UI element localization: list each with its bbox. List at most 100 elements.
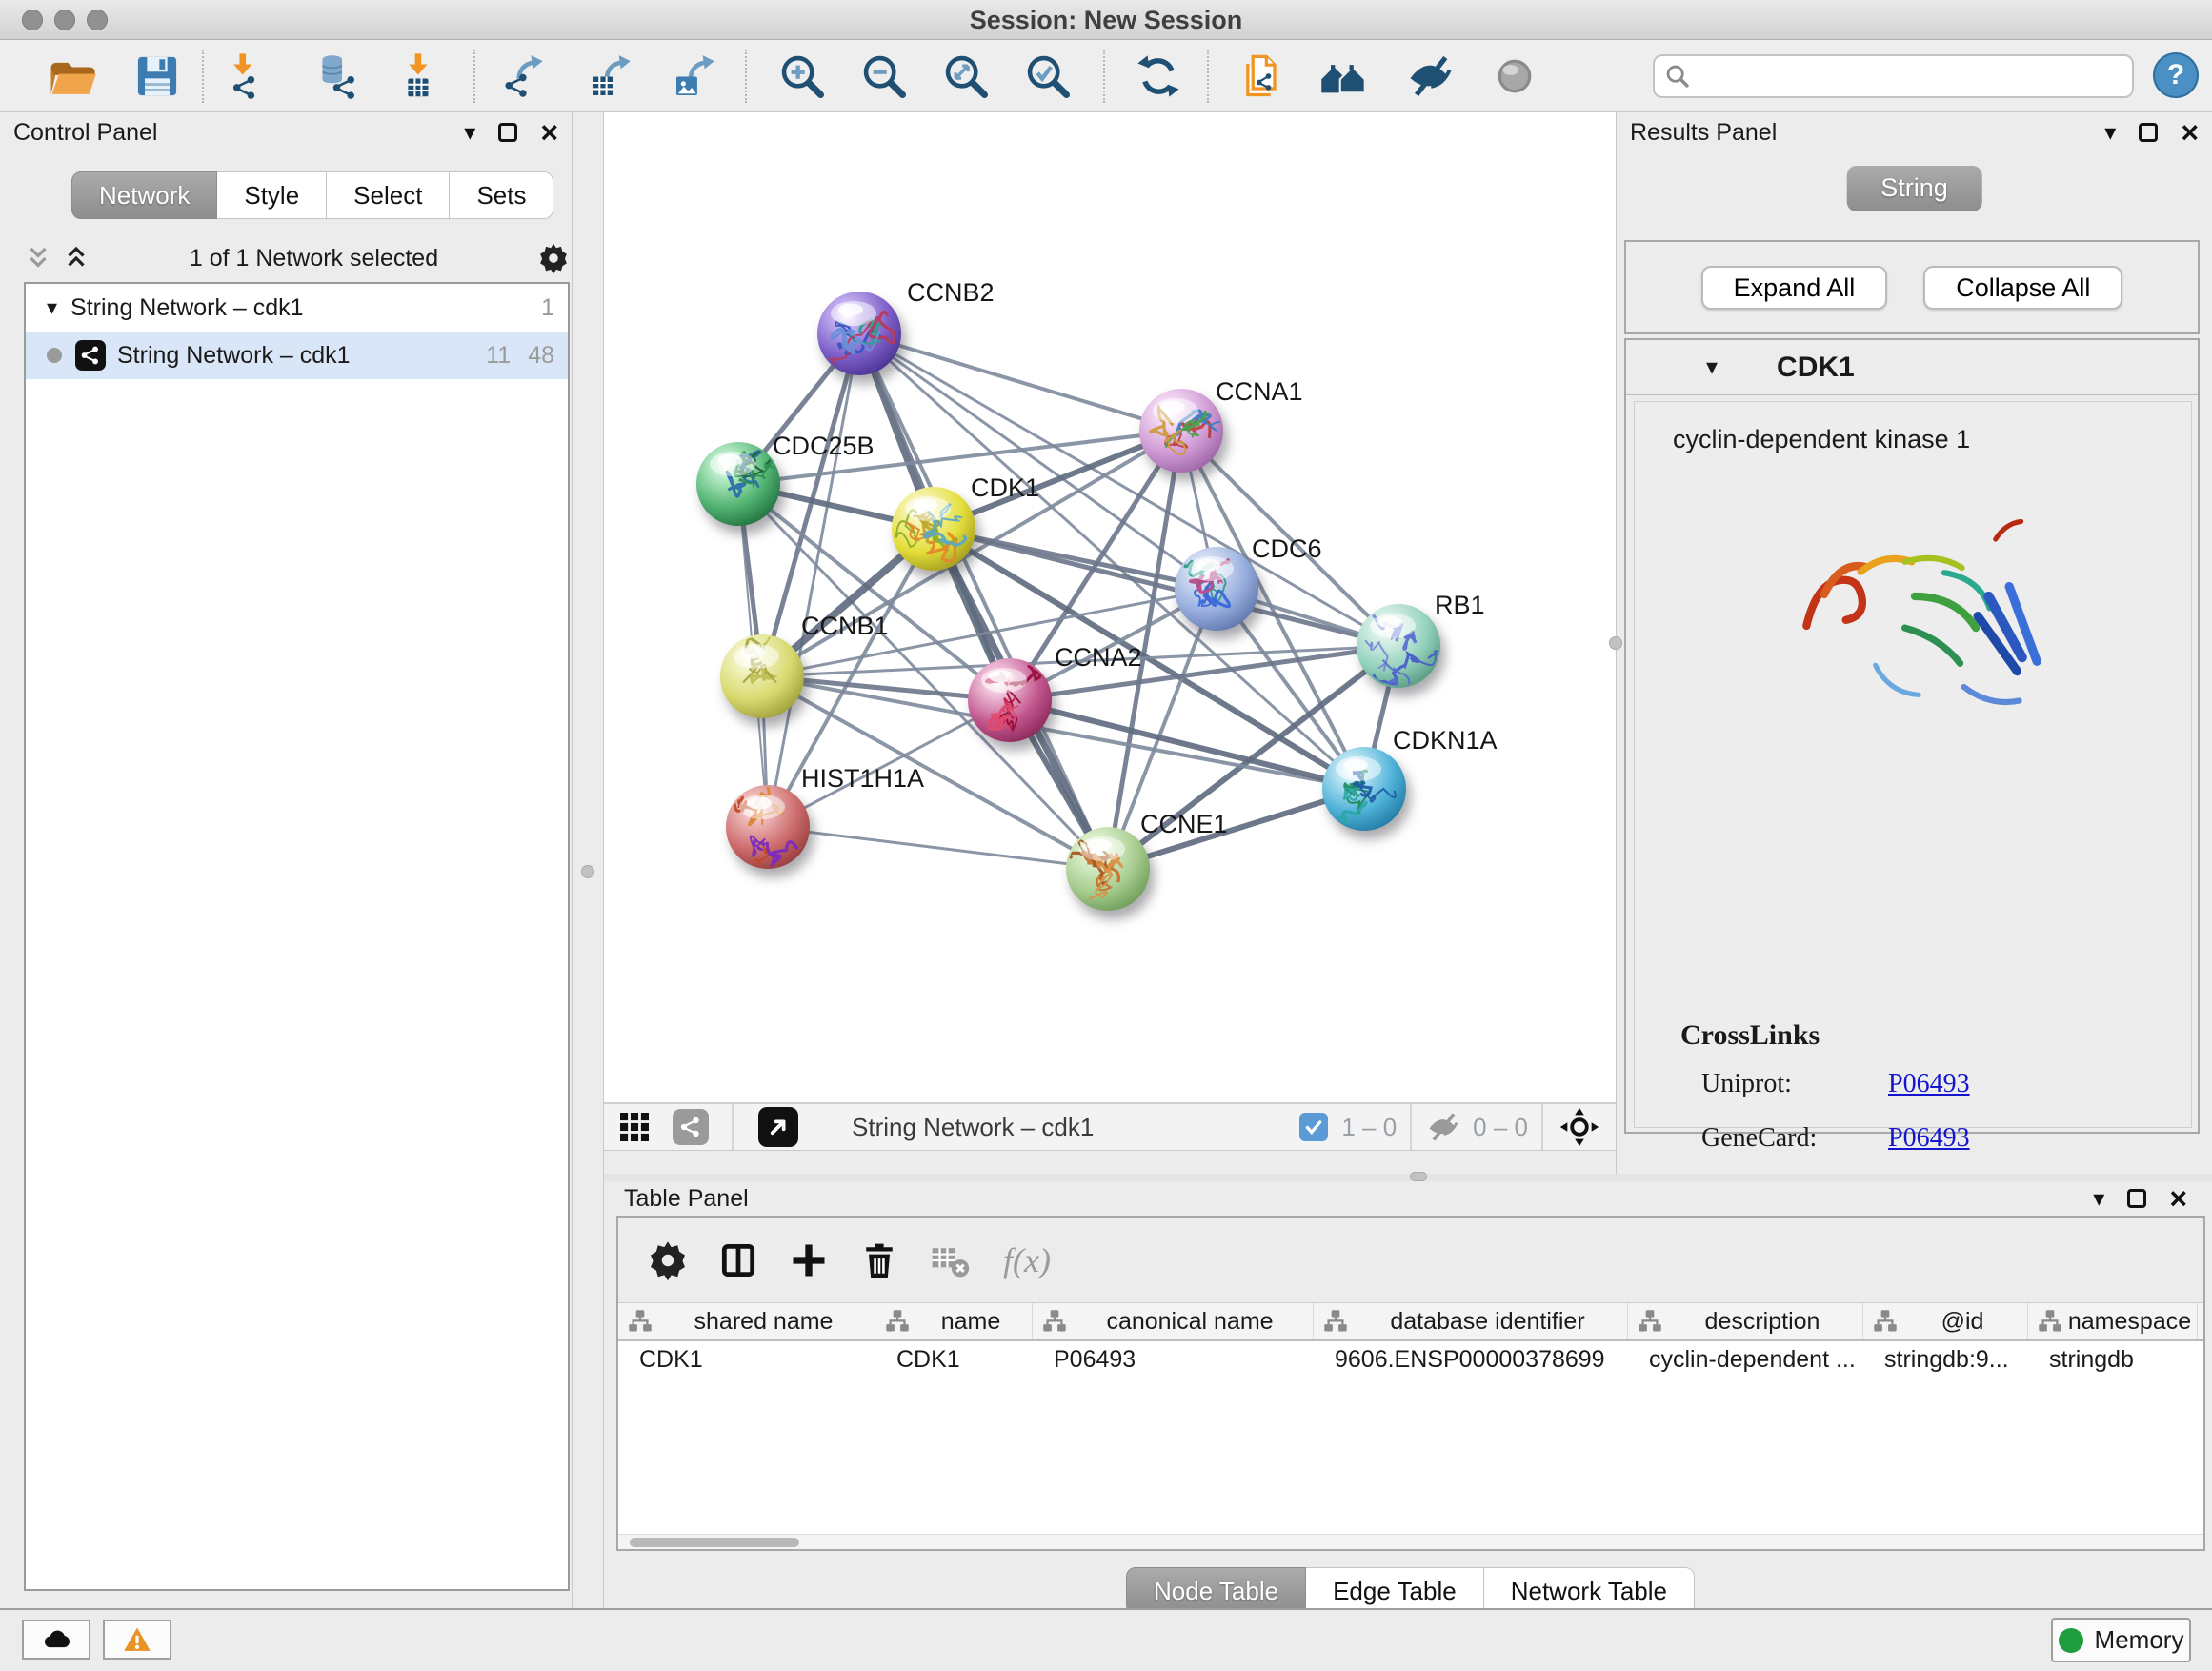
network-node-CCNB2[interactable]: [816, 291, 902, 376]
panel-float-icon[interactable]: [2139, 123, 2158, 142]
selected-checkbox-icon[interactable]: [1299, 1113, 1328, 1141]
warnings-button[interactable]: [103, 1620, 171, 1660]
panel-menu-icon[interactable]: ▾: [2093, 1185, 2104, 1213]
refresh-icon[interactable]: [1134, 51, 1183, 101]
show-columns-icon[interactable]: [717, 1239, 759, 1281]
table-row[interactable]: CDK1CDK1P064939606.ENSP00000378699cyclin…: [618, 1341, 2203, 1378]
birdseye-crosshair-icon[interactable]: [1558, 1106, 1600, 1148]
crosslink-link[interactable]: P06493: [1888, 1069, 1970, 1099]
import-table-icon[interactable]: [394, 51, 444, 101]
gene-section-header[interactable]: ▾ CDK1: [1626, 340, 2198, 395]
network-node-CDK1[interactable]: [891, 486, 976, 572]
splitter-grip[interactable]: [1609, 636, 1622, 650]
tab-network[interactable]: Network: [71, 171, 217, 219]
panel-menu-icon[interactable]: ▾: [464, 119, 475, 147]
add-column-icon[interactable]: [788, 1239, 830, 1281]
splitter-grip[interactable]: [1410, 1172, 1427, 1181]
network-options-gear-icon[interactable]: [537, 242, 570, 274]
collapse-all-icon[interactable]: [24, 244, 52, 272]
export-image-icon[interactable]: [669, 51, 718, 101]
expand-all-icon[interactable]: [62, 244, 90, 272]
zoom-in-icon[interactable]: [777, 51, 827, 101]
column-header-namespace[interactable]: namespace: [2028, 1303, 2198, 1339]
share-network-icon[interactable]: [673, 1109, 709, 1145]
panel-float-icon[interactable]: [498, 123, 517, 142]
crosslinks-heading: CrossLinks: [1680, 1019, 1820, 1052]
panel-float-icon[interactable]: [2127, 1189, 2146, 1208]
search-box[interactable]: [1653, 54, 2134, 98]
import-database-icon[interactable]: [311, 51, 360, 101]
panel-menu-icon[interactable]: ▾: [2104, 119, 2116, 147]
panel-close-icon[interactable]: ×: [2181, 123, 2199, 142]
table-horizontal-scrollbar[interactable]: [618, 1534, 2203, 1549]
grid-view-icon[interactable]: [617, 1110, 652, 1144]
hidden-eye-icon[interactable]: [1425, 1110, 1459, 1144]
save-session-icon[interactable]: [132, 51, 182, 101]
table-cell[interactable]: CDK1: [875, 1341, 1033, 1378]
tab-sets[interactable]: Sets: [450, 171, 553, 219]
column-header-name[interactable]: name: [875, 1303, 1033, 1339]
export-network-icon[interactable]: [499, 51, 549, 101]
scrollbar-handle[interactable]: [630, 1538, 799, 1547]
table-cell[interactable]: CDK1: [618, 1341, 875, 1378]
network-edge[interactable]: [768, 333, 859, 827]
collapse-all-button[interactable]: Collapse All: [1923, 266, 2122, 310]
crosslink-link[interactable]: P06493: [1888, 1123, 1970, 1154]
show-all-networks-icon[interactable]: [1318, 51, 1368, 101]
table-cell[interactable]: P06493: [1033, 1341, 1314, 1378]
table-cell[interactable]: cyclin-dependent ...: [1628, 1341, 1863, 1378]
network-edge[interactable]: [934, 529, 1398, 646]
clone-network-icon[interactable]: [1237, 51, 1287, 101]
network-node-CCNB1[interactable]: [719, 634, 805, 719]
zoom-fit-icon[interactable]: [941, 51, 991, 101]
show-selected-icon[interactable]: [1490, 51, 1539, 101]
horizontal-splitter[interactable]: [604, 1174, 2212, 1181]
network-node-CDC6[interactable]: [1174, 546, 1259, 632]
expand-all-button[interactable]: Expand All: [1701, 266, 1888, 310]
help-button[interactable]: ?: [2153, 52, 2199, 98]
column-header-shared-name[interactable]: shared name: [618, 1303, 875, 1339]
column-header--id[interactable]: @id: [1863, 1303, 2028, 1339]
network-node-CCNA1[interactable]: [1138, 388, 1224, 473]
network-node-CDKN1A[interactable]: [1321, 746, 1407, 832]
network-edge[interactable]: [768, 827, 1108, 869]
tab-select[interactable]: Select: [327, 171, 450, 219]
column-header-database-identifier[interactable]: database identifier: [1314, 1303, 1628, 1339]
network-node-HIST1H1A[interactable]: [725, 784, 811, 870]
hide-selected-icon[interactable]: [1404, 51, 1454, 101]
network-canvas[interactable]: CCNB2CCNA1CDC25BCDK1CDC6RB1CCNB1CCNA2CDK…: [604, 112, 1616, 1174]
zoom-selected-icon[interactable]: [1023, 51, 1073, 101]
network-collection-row[interactable]: ▾ String Network – cdk1 1: [26, 284, 568, 332]
panel-close-icon[interactable]: ×: [540, 123, 558, 142]
table-cell[interactable]: 9606.ENSP00000378699: [1314, 1341, 1628, 1378]
network-node-CCNE1[interactable]: [1065, 826, 1151, 912]
network-node-CCNA2[interactable]: [967, 657, 1053, 743]
panel-close-icon[interactable]: ×: [2169, 1189, 2187, 1208]
zoom-out-icon[interactable]: [859, 51, 909, 101]
tab-style[interactable]: Style: [217, 171, 327, 219]
delete-column-icon[interactable]: [858, 1239, 900, 1281]
cloud-button[interactable]: [22, 1620, 90, 1660]
birdseye-toggle-icon[interactable]: [758, 1107, 798, 1147]
gene-section: ▾ CDK1 cyclin-dependent kinase 1: [1624, 338, 2200, 1134]
network-edge[interactable]: [859, 333, 1181, 431]
network-node-CDC25B[interactable]: [695, 441, 781, 527]
open-session-icon[interactable]: [48, 51, 97, 101]
table-cell[interactable]: stringdb: [2028, 1341, 2198, 1378]
export-table-icon[interactable]: [585, 51, 634, 101]
search-input[interactable]: [1691, 63, 2132, 90]
gene-expand-icon[interactable]: ▾: [1706, 353, 1718, 381]
collection-expand-icon[interactable]: ▾: [47, 295, 57, 320]
network-row[interactable]: String Network – cdk1 11 48: [26, 332, 568, 379]
tab-string[interactable]: String: [1846, 166, 1982, 211]
memory-status-icon: [2059, 1628, 2083, 1653]
memory-button[interactable]: Memory: [2051, 1618, 2191, 1662]
column-header-description[interactable]: description: [1628, 1303, 1863, 1339]
table-cell[interactable]: stringdb:9...: [1863, 1341, 2028, 1378]
vertical-splitter[interactable]: [572, 112, 604, 1608]
import-network-icon[interactable]: [221, 51, 271, 101]
table-options-gear-icon[interactable]: [647, 1239, 689, 1281]
splitter-grip[interactable]: [581, 865, 594, 878]
network-node-RB1[interactable]: [1356, 603, 1441, 689]
column-header-canonical-name[interactable]: canonical name: [1033, 1303, 1314, 1339]
